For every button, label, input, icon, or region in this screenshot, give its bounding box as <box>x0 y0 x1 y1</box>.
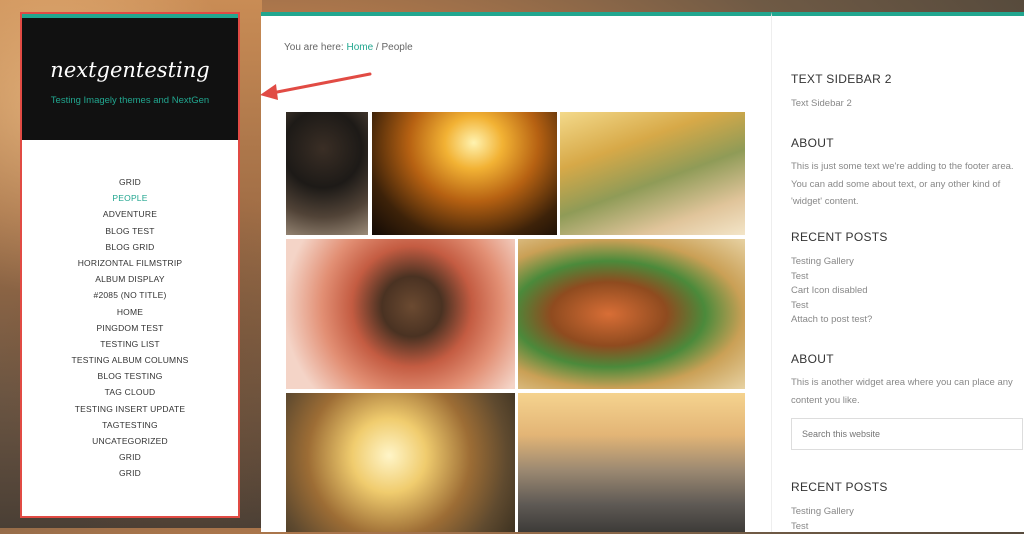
breadcrumb-separator: / <box>373 42 382 53</box>
gallery-image-woman-car-window[interactable] <box>518 239 745 389</box>
nav-item-pingdom-test[interactable]: PINGDOM TEST <box>22 320 238 336</box>
recent-post-link[interactable]: Cart Icon disabled <box>791 284 1023 299</box>
breadcrumb-current: People <box>381 42 413 53</box>
recent-post-link[interactable]: Testing Gallery <box>791 505 1023 520</box>
gallery-image-couple-sunset[interactable] <box>286 393 515 532</box>
gallery-image-saxophone-man[interactable] <box>286 112 368 235</box>
widget-title-recent-posts-2: RECENT POSTS <box>791 480 888 494</box>
gallery-image-swing-city[interactable] <box>518 393 745 532</box>
nav-item-uncategorized[interactable]: UNCATEGORIZED <box>22 433 238 449</box>
widget-title-about: ABOUT <box>791 136 834 150</box>
widget-about-body: This is just some text we're adding to t… <box>791 161 1014 207</box>
primary-nav: GRID PEOPLE ADVENTURE BLOG TEST BLOG GRI… <box>22 174 238 482</box>
widget-title-text-sidebar: TEXT SIDEBAR 2 <box>791 72 892 86</box>
site-title[interactable]: nextgentesting <box>22 58 238 82</box>
breadcrumb-home-link[interactable]: Home <box>346 42 373 53</box>
widget-title-recent-posts: RECENT POSTS <box>791 230 888 244</box>
gallery-image-man-phone[interactable] <box>286 239 515 389</box>
recent-post-link[interactable]: Test <box>791 270 1023 285</box>
site-description: Testing Imagely themes and NextGen <box>50 95 210 106</box>
nav-item-2085-no-title[interactable]: #2085 (NO TITLE) <box>22 287 238 303</box>
search-input[interactable] <box>791 418 1023 450</box>
nav-item-blog-testing[interactable]: BLOG TESTING <box>22 368 238 384</box>
nav-item-grid-2[interactable]: GRID <box>22 449 238 465</box>
right-sidebar: TEXT SIDEBAR 2 Text Sidebar 2 ABOUT This… <box>771 12 1024 532</box>
nav-item-blog-test[interactable]: BLOG TEST <box>22 223 238 239</box>
widget-about-2-body: This is another widget area where you ca… <box>791 377 1013 406</box>
annotation-arrow <box>260 72 372 100</box>
recent-posts-list: Testing Gallery Test Cart Icon disabled … <box>791 255 1023 328</box>
widget-title-about-2: ABOUT <box>791 352 834 366</box>
nav-item-testing-list[interactable]: TESTING LIST <box>22 336 238 352</box>
nav-item-adventure[interactable]: ADVENTURE <box>22 206 238 222</box>
site-header-panel: nextgentesting Testing Imagely themes an… <box>20 12 240 518</box>
recent-post-link[interactable]: Test <box>791 520 1023 534</box>
recent-post-link[interactable]: Attach to post test? <box>791 313 1023 328</box>
nav-item-horizontal-filmstrip[interactable]: HORIZONTAL FILMSTRIP <box>22 255 238 271</box>
breadcrumb-prefix: You are here: <box>284 42 347 53</box>
nav-item-tag-cloud[interactable]: TAG CLOUD <box>22 384 238 400</box>
nav-item-testing-album-columns[interactable]: TESTING ALBUM COLUMNS <box>22 352 238 368</box>
nav-item-tagtesting[interactable]: TAGTESTING <box>22 417 238 433</box>
recent-post-link[interactable]: Test <box>791 299 1023 314</box>
gallery-image-couple-bikes[interactable] <box>560 112 745 235</box>
nav-item-grid-3[interactable]: GRID <box>22 465 238 481</box>
gallery-image-concert-crowd[interactable] <box>372 112 557 235</box>
nav-item-grid[interactable]: GRID <box>22 174 238 190</box>
recent-post-link[interactable]: Testing Gallery <box>791 255 1023 270</box>
nav-item-blog-grid[interactable]: BLOG GRID <box>22 239 238 255</box>
breadcrumb: You are here: Home / People <box>284 42 413 53</box>
nav-item-home[interactable]: HOME <box>22 304 238 320</box>
recent-posts-list-2: Testing Gallery Test <box>791 505 1023 534</box>
site-header: nextgentesting Testing Imagely themes an… <box>22 14 238 140</box>
nav-item-album-display[interactable]: ALBUM DISPLAY <box>22 271 238 287</box>
nav-item-testing-insert-update[interactable]: TESTING INSERT UPDATE <box>22 401 238 417</box>
widget-text-sidebar-body: Text Sidebar 2 <box>791 98 852 109</box>
nav-item-people[interactable]: PEOPLE <box>22 190 238 206</box>
